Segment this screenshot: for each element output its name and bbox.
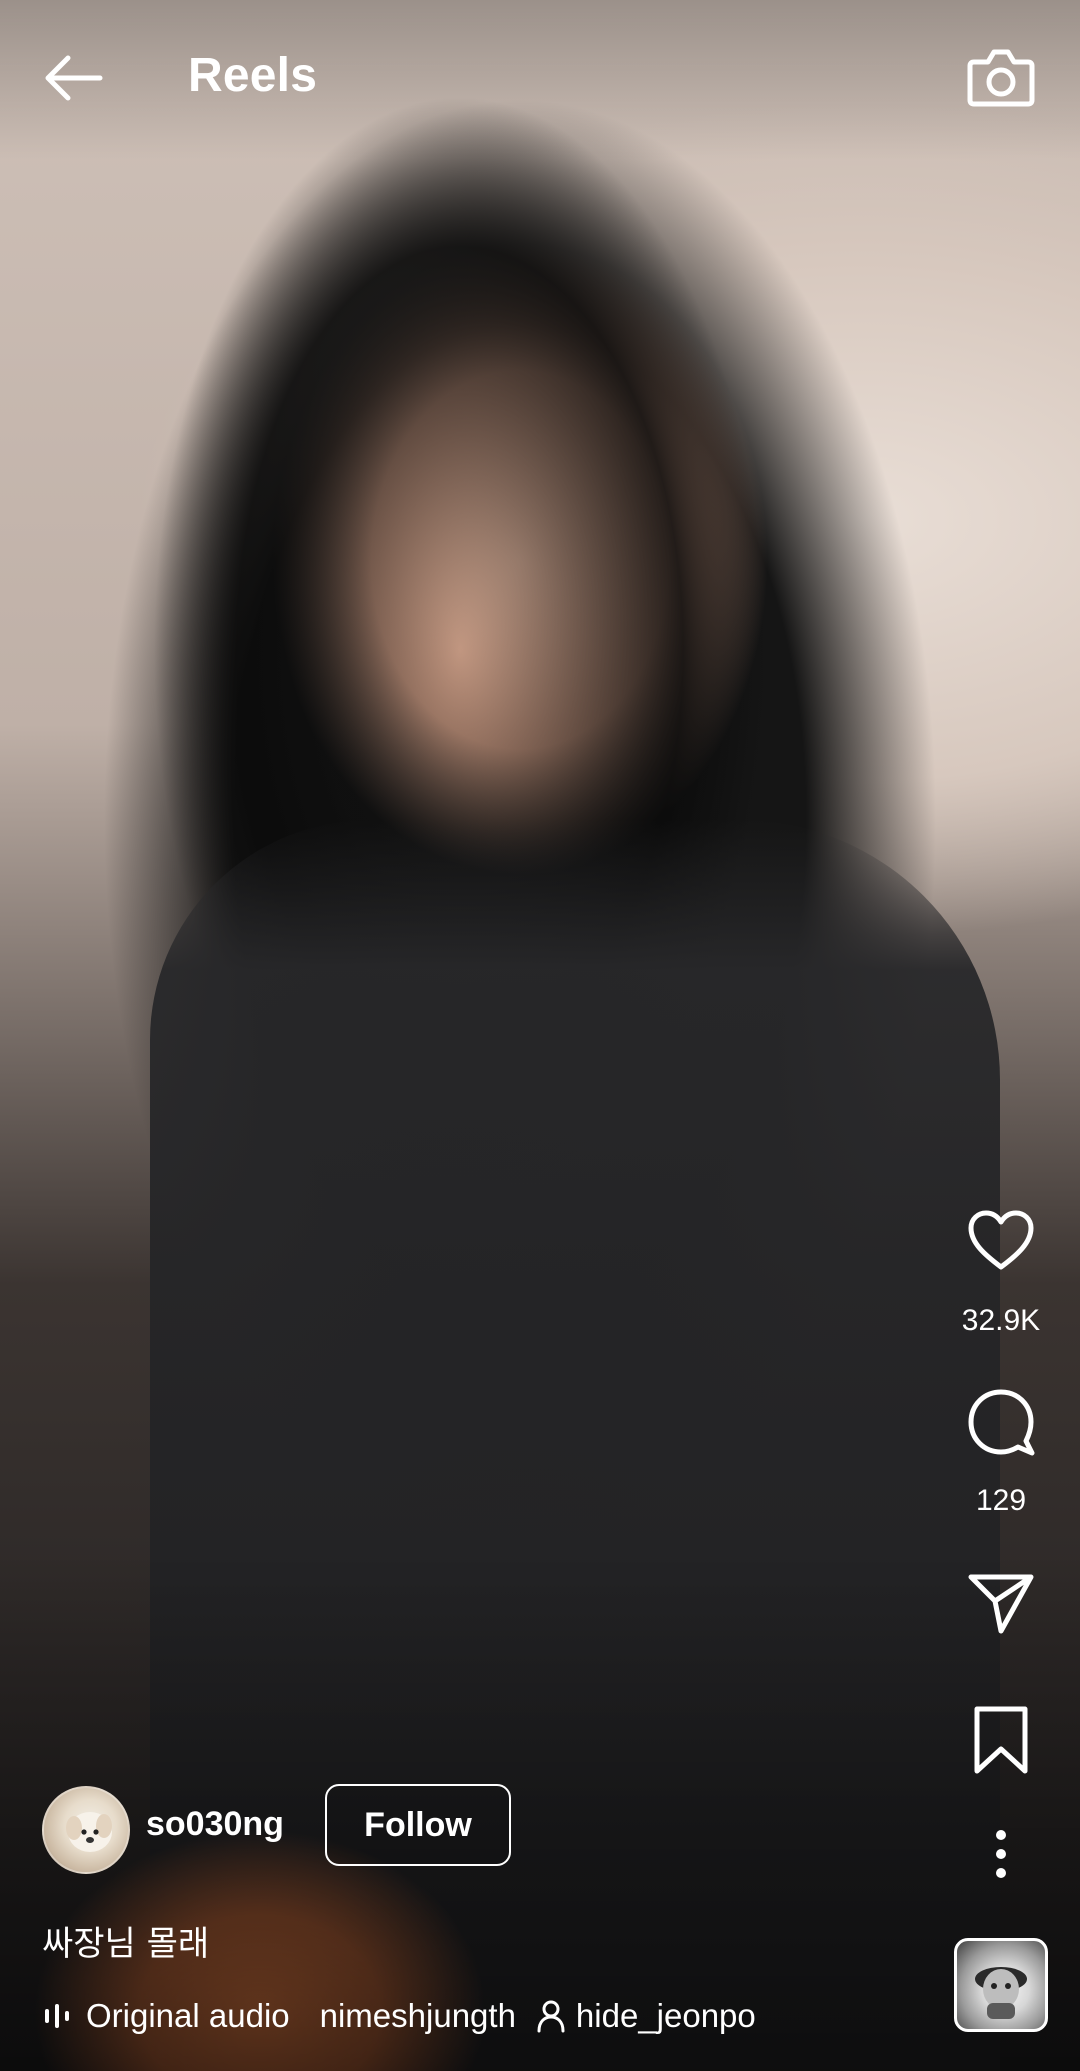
reel-video-frame[interactable] [0, 0, 1080, 2071]
page-title: Reels [188, 49, 318, 102]
save-button[interactable] [961, 1700, 1041, 1780]
follow-button[interactable]: Follow [325, 1784, 511, 1866]
send-icon [968, 1574, 1034, 1634]
more-vertical-icon [996, 1830, 1006, 1878]
like-button[interactable] [961, 1200, 1041, 1280]
audio-artist[interactable]: nimeshjungth [320, 1997, 516, 2035]
audio-bars-icon [45, 2004, 69, 2028]
comment-count[interactable]: 129 [931, 1484, 1071, 1518]
camera-button[interactable] [964, 40, 1038, 114]
audio-thumbnail[interactable] [954, 1938, 1048, 2032]
username[interactable]: so030ng [146, 1805, 284, 1844]
camera-icon [967, 49, 1035, 107]
comment-icon [968, 1389, 1035, 1456]
back-button[interactable] [40, 52, 104, 104]
puppy-avatar-image [66, 1812, 112, 1852]
audio-row[interactable]: Original audio nimeshjungth hide_jeonpo [42, 1994, 756, 2038]
heart-icon [968, 1210, 1034, 1270]
more-options-button[interactable] [961, 1814, 1041, 1894]
like-count[interactable]: 32.9K [931, 1304, 1071, 1338]
audio-thumbnail-image [975, 1967, 1027, 2019]
person-icon [537, 2000, 565, 2033]
share-button[interactable] [961, 1562, 1041, 1642]
bookmark-icon [974, 1706, 1028, 1774]
caption-text[interactable]: 싸장님 몰래 [42, 1916, 209, 1965]
avatar[interactable] [42, 1786, 130, 1874]
audio-label[interactable]: Original audio [86, 1997, 290, 2035]
comment-button[interactable] [961, 1382, 1041, 1462]
tagged-user[interactable]: hide_jeonpo [576, 1997, 756, 2035]
arrow-left-icon [45, 55, 103, 101]
